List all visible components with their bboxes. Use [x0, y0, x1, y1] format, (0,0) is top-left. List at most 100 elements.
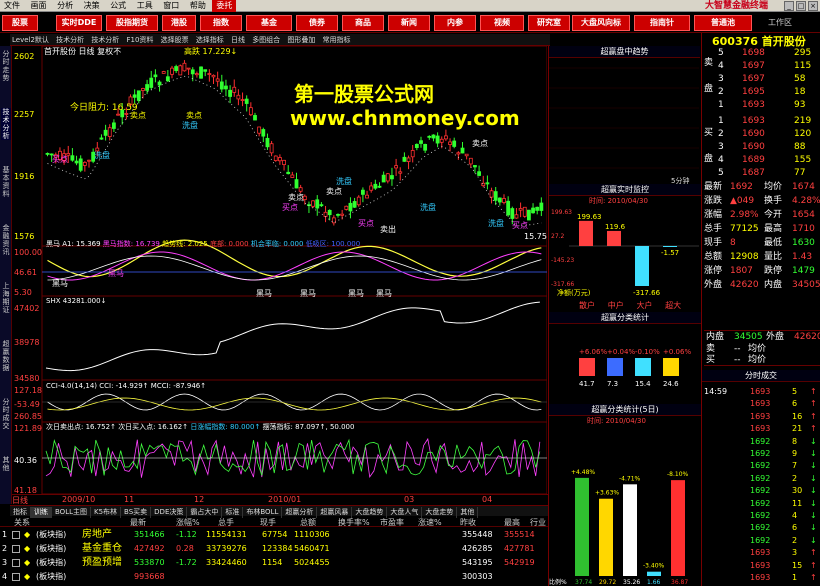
tick-volume: 6 — [792, 523, 798, 533]
sell-price[interactable]: 1697 — [742, 73, 765, 86]
row-expand-icon[interactable]: ◆ — [24, 528, 30, 541]
candle-body — [431, 134, 436, 139]
buy-price[interactable]: 1687 — [742, 167, 765, 180]
row-expand-icon[interactable]: ◆ — [24, 542, 30, 555]
cls-bar — [635, 358, 651, 376]
candle-body — [219, 81, 224, 90]
tb-insider-button[interactable]: 内参 — [434, 15, 476, 31]
tick-volume: 8 — [792, 436, 798, 446]
candle-body — [435, 135, 440, 144]
buy-price[interactable]: 1690 — [742, 141, 765, 154]
tab-level2[interactable]: Level2默认 — [10, 34, 51, 46]
tb-commodity-button[interactable]: 商品 — [342, 15, 384, 31]
tab-select-indicator[interactable]: 选择指标 — [194, 34, 226, 46]
tb-index-button[interactable]: 指数 — [200, 15, 242, 31]
candle-body — [290, 174, 295, 178]
tab-tech2[interactable]: 技术分析 — [89, 34, 121, 46]
menu-formula[interactable]: 公式 — [106, 0, 130, 12]
buy-volume: 120 — [794, 129, 812, 139]
maximize-icon[interactable]: □ — [796, 1, 806, 11]
side-tab-sh[interactable]: 上海期证 — [1, 282, 11, 314]
tb-hk-button[interactable]: 港股 — [162, 15, 196, 31]
candle-body — [352, 201, 357, 208]
row-checkbox[interactable] — [12, 559, 20, 567]
tab-tech1[interactable]: 技术分析 — [54, 34, 86, 46]
stat-label: 现手 — [704, 238, 723, 248]
stat-value: 12908 — [730, 252, 759, 262]
buy-annot-4: 买点 — [512, 221, 528, 230]
table-row[interactable]: 4 ◆ (板块指) 993668 300303 — [0, 570, 550, 583]
tb-stock-button[interactable]: 股票 — [2, 15, 38, 31]
buy-price[interactable]: 1689 — [742, 154, 765, 167]
tab-multi[interactable]: 多图组合 — [250, 34, 282, 46]
tb-research-button[interactable]: 研究室 — [528, 15, 570, 31]
row-expand-icon[interactable]: ◆ — [24, 556, 30, 569]
candle-body — [74, 160, 79, 164]
cls-title: 超赢分类统计 — [549, 312, 701, 324]
menu-file[interactable]: 文件 — [0, 0, 24, 12]
row-expand-icon[interactable]: ◆ — [24, 570, 30, 583]
sell-price[interactable]: 1695 — [742, 86, 765, 99]
tb-news-button[interactable]: 新闻 — [388, 15, 430, 31]
tb-futures-button[interactable]: 股指期货 — [106, 15, 158, 31]
tb-bond-button[interactable]: 债券 — [296, 15, 338, 31]
tab-common[interactable]: 常用指标 — [321, 34, 353, 46]
menu-order[interactable]: 委托 — [212, 0, 237, 12]
tb-dde-button[interactable]: 实时DDE — [56, 15, 102, 31]
row-checkbox[interactable] — [12, 545, 20, 553]
side-tab-news[interactable]: 金融资讯 — [1, 224, 11, 256]
sell-price[interactable]: 1698 — [742, 47, 765, 60]
tab-bar: Level2默认 技术分析 技术分析 F10资料 选择股票 选择指标 日线 多图… — [10, 34, 550, 46]
candle-body — [464, 153, 469, 157]
side-tab-ticks[interactable]: 分时成交 — [1, 398, 11, 430]
cls5-bottom-label: 37.74 — [575, 579, 592, 586]
tb-wind-button[interactable]: 大盘风向标 — [572, 15, 630, 31]
side-tab-intraday[interactable]: 分时走势 — [1, 50, 11, 82]
side-tab-data[interactable]: 超赢数据 — [1, 340, 11, 372]
cls5-bar — [575, 477, 589, 576]
candle-body — [165, 76, 170, 82]
tb-pool-button[interactable]: 普通池 — [694, 15, 752, 31]
tab-overlay[interactable]: 图形叠加 — [285, 34, 317, 46]
buy-price[interactable]: 1690 — [742, 128, 765, 141]
side-tab-tech[interactable]: 技术分析 — [1, 108, 11, 140]
menu-view[interactable]: 画面 — [27, 0, 51, 12]
row-checkbox[interactable] — [12, 573, 20, 581]
tab-select-stock[interactable]: 选择股票 — [159, 34, 191, 46]
fs-title: 分时成交 — [702, 370, 820, 382]
main-ytick-1: 2257 — [14, 110, 35, 119]
side-tab-other[interactable]: 其他 — [1, 456, 11, 472]
side-tab-basic[interactable]: 基本资料 — [1, 166, 11, 198]
menu-decision[interactable]: 决策 — [80, 0, 104, 12]
workspace-label[interactable]: 工作区 — [768, 17, 792, 28]
tb-compass-button[interactable]: 指南针 — [634, 15, 690, 31]
candle-body — [406, 157, 411, 162]
sell-price[interactable]: 1697 — [742, 60, 765, 73]
sub-indicator-header: 黑马 A1: 15.369 黑马指数: 16.739 趋势线: 2.025 底部… — [46, 240, 361, 248]
candle-body — [149, 77, 154, 88]
buy-price[interactable]: 1693 — [742, 115, 765, 128]
candle-body — [70, 155, 75, 161]
table-row[interactable]: 3 ◆ (板块指) 预盈预增 533870 -1.72 33424460 1154 502445… — [0, 556, 550, 569]
cls5-bar — [671, 480, 685, 576]
tab-daily[interactable]: 日线 — [229, 34, 247, 46]
tb-video-button[interactable]: 视频 — [480, 15, 524, 31]
menu-analysis[interactable]: 分析 — [53, 0, 77, 12]
table-row[interactable]: 2 ◆ (板块指) 基金重仓 427492 0.28 33739276 123384 54604… — [0, 542, 550, 555]
menu-tools[interactable]: 工具 — [133, 0, 157, 12]
sell-price[interactable]: 1693 — [742, 99, 765, 112]
menu-window[interactable]: 窗口 — [159, 0, 183, 12]
stock-name-label: 首开股份 — [44, 47, 76, 56]
cls-chart-svg: +6.06% 41.7 +0.04% 7.3 -0.10% 15.4 +0.06% 24.6 — [579, 348, 691, 388]
minimize-icon[interactable]: _ — [784, 1, 794, 11]
wash-annot-1: 洗盘 — [94, 151, 110, 160]
tb-fund-button[interactable]: 基金 — [246, 15, 292, 31]
menu-help[interactable]: 帮助 — [186, 0, 210, 12]
table-row[interactable]: 1 ◆ (板块指) 房地产 351466 -1.12 11554131 67754 111030… — [0, 528, 550, 541]
tab-f10[interactable]: F10资料 — [125, 34, 156, 46]
chart-area[interactable]: 首开股份 日线 复权不 高跌 17.229↓ 2602 2257 1916 15… — [12, 45, 548, 495]
rt-axis-tick: -317.66 — [551, 281, 574, 288]
close-icon[interactable]: × — [808, 1, 818, 11]
sub-ytick-1: 46.61 — [14, 268, 37, 277]
row-checkbox[interactable] — [12, 531, 20, 539]
